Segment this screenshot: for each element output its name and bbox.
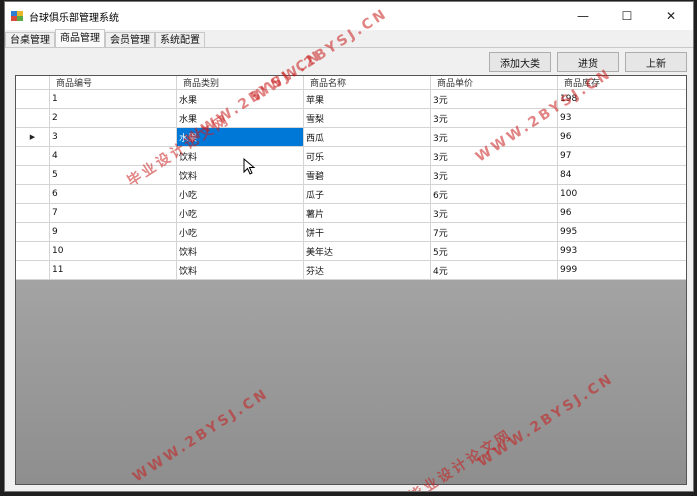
cell-stock[interactable]: 93	[558, 109, 686, 127]
cell-id[interactable]: 11	[50, 261, 177, 279]
product-table: 商品编号 商品类别 商品名称 商品单价 商品库存 1 水果 苹果 3元 198 2 水果 雪梨…	[16, 76, 686, 280]
cell-category[interactable]: 饮料	[177, 147, 304, 165]
column-header-id[interactable]: 商品编号	[50, 76, 177, 89]
cell-id[interactable]: 2	[50, 109, 177, 127]
cell-category[interactable]: 小吃	[177, 223, 304, 241]
cell-name[interactable]: 芬达	[304, 261, 431, 279]
cell-stock[interactable]: 995	[558, 223, 686, 241]
column-header-category[interactable]: 商品类别	[177, 76, 304, 89]
cell-name[interactable]: 苹果	[304, 90, 431, 108]
cell-price[interactable]: 3元	[431, 147, 558, 165]
cell-stock[interactable]: 993	[558, 242, 686, 260]
cell-id[interactable]: 9	[50, 223, 177, 241]
table-row[interactable]: 2 水果 雪梨 3元 93	[16, 109, 686, 128]
window-title: 台球俱乐部管理系统	[29, 12, 119, 24]
column-header-name[interactable]: 商品名称	[304, 76, 431, 89]
table-header-row: 商品编号 商品类别 商品名称 商品单价 商品库存	[16, 76, 686, 90]
cell-stock[interactable]: 100	[558, 185, 686, 203]
row-header[interactable]: ▶	[16, 128, 50, 146]
cell-price[interactable]: 7元	[431, 223, 558, 241]
cell-category[interactable]: 水果	[177, 109, 304, 127]
cell-price[interactable]: 5元	[431, 242, 558, 260]
app-icon	[11, 11, 23, 21]
close-button[interactable]: ✕	[649, 2, 693, 30]
table-row[interactable]: 6 小吃 瓜子 6元 100	[16, 185, 686, 204]
row-header[interactable]	[16, 109, 50, 127]
cell-id[interactable]: 4	[50, 147, 177, 165]
mouse-cursor-icon	[243, 158, 256, 175]
cell-price[interactable]: 4元	[431, 261, 558, 279]
cell-id[interactable]: 5	[50, 166, 177, 184]
app-window: 台球俱乐部管理系统 — ☐ ✕ 台桌管理 商品管理 会员管理 系统配置 添加大类…	[4, 1, 694, 492]
row-header[interactable]	[16, 242, 50, 260]
cell-id[interactable]: 10	[50, 242, 177, 260]
cell-name[interactable]: 薯片	[304, 204, 431, 222]
cell-name[interactable]: 美年达	[304, 242, 431, 260]
table-row[interactable]: 5 饮料 雪碧 3元 84	[16, 166, 686, 185]
table-row[interactable]: 9 小吃 饼干 7元 995	[16, 223, 686, 242]
window-controls: — ☐ ✕	[561, 2, 693, 30]
cell-stock[interactable]: 198	[558, 90, 686, 108]
table-row[interactable]: 1 水果 苹果 3元 198	[16, 90, 686, 109]
tab-system-config[interactable]: 系统配置	[155, 32, 205, 47]
cell-price[interactable]: 3元	[431, 166, 558, 184]
row-header[interactable]	[16, 185, 50, 203]
cell-name[interactable]: 雪碧	[304, 166, 431, 184]
cell-category[interactable]: 水果	[177, 128, 304, 146]
cell-stock[interactable]: 96	[558, 128, 686, 146]
cell-name[interactable]: 西瓜	[304, 128, 431, 146]
cell-category[interactable]: 小吃	[177, 185, 304, 203]
table-row[interactable]: 7 小吃 薯片 3元 96	[16, 204, 686, 223]
product-grid[interactable]: 商品编号 商品类别 商品名称 商品单价 商品库存 1 水果 苹果 3元 198 2 水果 雪梨…	[15, 75, 687, 485]
column-header-price[interactable]: 商品单价	[431, 76, 558, 89]
row-header[interactable]	[16, 223, 50, 241]
cell-stock[interactable]: 999	[558, 261, 686, 279]
cell-id[interactable]: 3	[50, 128, 177, 146]
cell-price[interactable]: 3元	[431, 204, 558, 222]
cell-stock[interactable]: 97	[558, 147, 686, 165]
row-header[interactable]	[16, 90, 50, 108]
cell-category[interactable]: 饮料	[177, 261, 304, 279]
minimize-button[interactable]: —	[561, 2, 605, 30]
cell-stock[interactable]: 84	[558, 166, 686, 184]
cell-id[interactable]: 7	[50, 204, 177, 222]
tab-strip: 台桌管理 商品管理 会员管理 系统配置	[5, 29, 693, 48]
title-bar[interactable]: 台球俱乐部管理系统 — ☐ ✕	[5, 2, 693, 30]
restock-button[interactable]: 进货	[557, 52, 619, 72]
cell-name[interactable]: 可乐	[304, 147, 431, 165]
cell-price[interactable]: 3元	[431, 128, 558, 146]
tab-table-management[interactable]: 台桌管理	[5, 32, 55, 47]
table-body: 1 水果 苹果 3元 198 2 水果 雪梨 3元 93 ▶ 3 水果 西瓜 3元 96 4 饮料 可乐 3元 97 5 饮…	[16, 90, 686, 280]
cell-stock[interactable]: 96	[558, 204, 686, 222]
tab-product-management[interactable]: 商品管理	[55, 29, 105, 47]
row-header[interactable]	[16, 147, 50, 165]
cell-name[interactable]: 雪梨	[304, 109, 431, 127]
cell-id[interactable]: 1	[50, 90, 177, 108]
row-header-corner[interactable]	[16, 76, 50, 89]
cell-price[interactable]: 3元	[431, 90, 558, 108]
tab-member-management[interactable]: 会员管理	[105, 32, 155, 47]
new-arrival-button[interactable]: 上新	[625, 52, 687, 72]
table-row[interactable]: 10 饮料 美年达 5元 993	[16, 242, 686, 261]
cell-id[interactable]: 6	[50, 185, 177, 203]
cell-price[interactable]: 6元	[431, 185, 558, 203]
row-header[interactable]	[16, 204, 50, 222]
column-header-stock[interactable]: 商品库存	[558, 76, 686, 89]
table-row[interactable]: 11 饮料 芬达 4元 999	[16, 261, 686, 280]
cell-name[interactable]: 瓜子	[304, 185, 431, 203]
row-header[interactable]	[16, 261, 50, 279]
table-row[interactable]: ▶ 3 水果 西瓜 3元 96	[16, 128, 686, 147]
cell-category[interactable]: 水果	[177, 90, 304, 108]
cell-category[interactable]: 饮料	[177, 242, 304, 260]
current-row-arrow-icon: ▶	[29, 133, 36, 141]
maximize-button[interactable]: ☐	[605, 2, 649, 30]
cell-category[interactable]: 小吃	[177, 204, 304, 222]
add-category-button[interactable]: 添加大类	[489, 52, 551, 72]
row-header[interactable]	[16, 166, 50, 184]
cell-name[interactable]: 饼干	[304, 223, 431, 241]
cell-price[interactable]: 3元	[431, 109, 558, 127]
cell-category[interactable]: 饮料	[177, 166, 304, 184]
table-row[interactable]: 4 饮料 可乐 3元 97	[16, 147, 686, 166]
